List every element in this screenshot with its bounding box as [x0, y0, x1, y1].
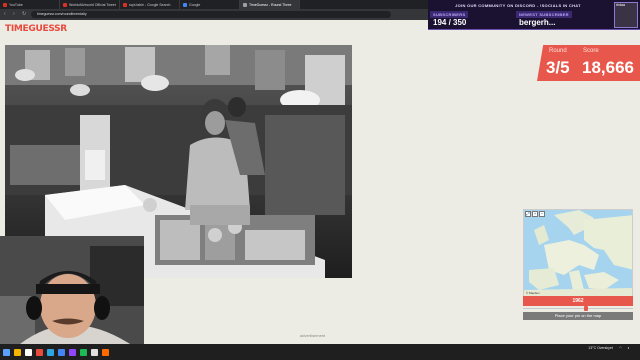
- newest-subscriber-label: NEWEST SUBSCRIBER: [516, 11, 572, 18]
- tab-label: YouTube: [9, 2, 23, 7]
- discord-banner: JOIN OUR COMMUNITY ON DISCORD - !SOCIALS…: [455, 3, 581, 8]
- subscribers-value: 194 / 350: [433, 18, 467, 27]
- round-value: 3/5: [546, 58, 570, 77]
- map-zoom-out-icon[interactable]: −: [539, 211, 545, 217]
- start-icon[interactable]: [3, 348, 10, 356]
- score-value: 18,666: [582, 58, 634, 77]
- round-score-panel: Round Score 3/5 18,666: [537, 45, 640, 81]
- map-attribution: © Mapbox: [526, 291, 540, 295]
- youtube-icon: [123, 2, 127, 7]
- tab-worldofartworld[interactable]: WorldofArtworld Official Tweet: [60, 0, 120, 9]
- tab-label: scpt.table - Google Search: [129, 2, 171, 7]
- score-label: Score: [583, 48, 599, 54]
- subscribers-block: SUBSCRIBERS 194 / 350: [430, 11, 469, 27]
- tab-label: Google: [189, 2, 201, 7]
- stream-overlay: JOIN OUR COMMUNITY ON DISCORD - !SOCIALS…: [428, 0, 640, 30]
- advertisement-label: advertisement: [300, 333, 326, 338]
- tab-google[interactable]: Google: [180, 0, 240, 9]
- search-icon[interactable]: [25, 348, 32, 356]
- year-slider-thumb[interactable]: [584, 306, 588, 311]
- timeguessr-icon: [243, 2, 247, 7]
- youtube-icon: [3, 2, 7, 7]
- year-slider[interactable]: [523, 306, 633, 311]
- file-explorer-icon[interactable]: [14, 348, 21, 356]
- map-zoom-in-icon[interactable]: +: [532, 211, 538, 217]
- screen: YouTube WorldofArtworld Official Tweet s…: [0, 0, 640, 360]
- europe-map: [524, 210, 632, 297]
- reload-icon[interactable]: ↻: [22, 12, 27, 17]
- subscribers-label: SUBSCRIBERS: [430, 11, 469, 18]
- tab-label: WorldofArtworld Official Tweet: [69, 2, 116, 7]
- google-icon: [183, 2, 187, 7]
- guess-map[interactable]: ⤢ + − © Mapbox: [523, 209, 633, 298]
- streamer-webcam: [0, 236, 144, 344]
- newest-subscriber-value: bergerh...: [519, 18, 556, 27]
- url-field[interactable]: timeguessr.com/roundthreedaily: [31, 11, 391, 18]
- chrome-icon[interactable]: [36, 348, 43, 356]
- weather-widget[interactable]: 13°C Overskyet: [588, 346, 613, 350]
- map-expand-icon[interactable]: ⤢: [525, 211, 531, 217]
- tab-timeguessr[interactable]: TimeGuessr - Round Three: [240, 0, 300, 9]
- system-tray: 13°C Overskyet ◠ 🔈︎: [588, 346, 636, 350]
- spotify-icon[interactable]: [80, 348, 87, 356]
- map-controls: ⤢ + −: [525, 211, 545, 217]
- round-label: Round: [549, 48, 567, 54]
- forward-icon[interactable]: ›: [13, 12, 18, 17]
- telegram-icon[interactable]: [47, 348, 54, 356]
- windows-taskbar: 13°C Overskyet ◠ 🔈︎: [0, 344, 640, 360]
- youtube-icon: [63, 2, 67, 7]
- year-display: 1962: [523, 296, 633, 306]
- wifi-icon[interactable]: ◠: [619, 346, 622, 350]
- volume-icon[interactable]: 🔈︎: [628, 346, 630, 350]
- obs-icon[interactable]: [102, 348, 109, 356]
- tab-youtube[interactable]: YouTube: [0, 0, 60, 9]
- webcam-feed: [0, 236, 144, 344]
- timeguessr-logo[interactable]: TIMEGUESSR: [5, 24, 67, 34]
- tab-google-search[interactable]: scpt.table - Google Search: [120, 0, 180, 9]
- place-pin-button[interactable]: Place your pin on the map: [523, 312, 633, 320]
- browser-icon[interactable]: [58, 348, 65, 356]
- back-icon[interactable]: ‹: [4, 12, 9, 17]
- twitch-icon[interactable]: [69, 348, 76, 356]
- app-icon[interactable]: [91, 348, 98, 356]
- year-slider-track: [523, 308, 633, 309]
- tab-label: TimeGuessr - Round Three: [249, 2, 292, 7]
- newest-subscriber-block: NEWEST SUBSCRIBER bergerh...: [516, 11, 572, 27]
- cam-tag: rhdaa: [616, 3, 625, 7]
